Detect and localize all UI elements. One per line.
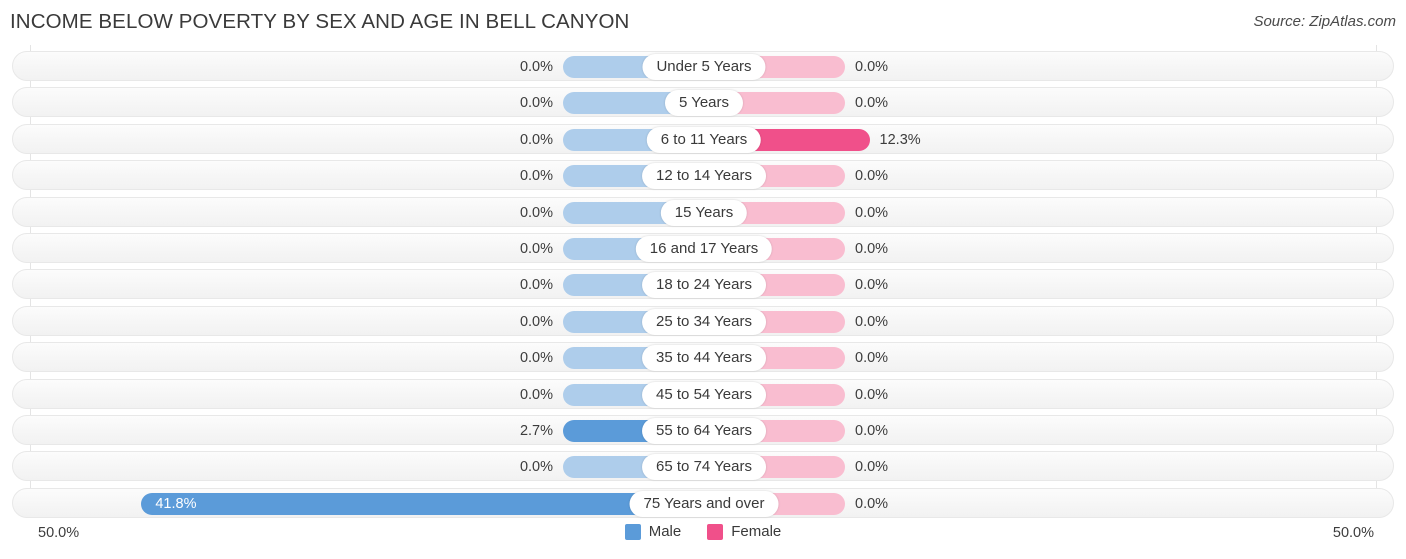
category-label: 12 to 14 Years xyxy=(642,163,766,190)
category-label: 6 to 11 Years xyxy=(646,126,762,153)
chart-footer: 50.0% 50.0% Male Female xyxy=(0,515,1406,559)
category-label: 45 to 54 Years xyxy=(642,381,766,408)
bar-value-male: 0.0% xyxy=(519,350,553,367)
bar-value-female: 0.0% xyxy=(855,204,889,221)
table-row: 0.0% 0.0% 25 to 34 Years xyxy=(12,305,1394,336)
table-row: 0.0% 0.0% 16 and 17 Years xyxy=(12,233,1394,263)
page-title: INCOME BELOW POVERTY BY SEX AND AGE IN B… xyxy=(10,10,630,33)
legend-label: Male xyxy=(648,523,682,540)
source-attribution: Source: ZipAtlas.com xyxy=(1253,13,1396,30)
legend-item[interactable]: Female xyxy=(707,523,781,540)
category-label: Under 5 Years xyxy=(642,54,766,80)
bar-value-female: 0.0% xyxy=(855,241,889,257)
table-row: 41.8% 0.0% 75 Years and over xyxy=(12,487,1394,518)
table-row: 0.0% 0.0% 18 to 24 Years xyxy=(12,269,1394,300)
bar-value-male: 0.0% xyxy=(519,168,553,185)
bar-value-male: 0.0% xyxy=(519,386,553,403)
bar-value-male: 0.0% xyxy=(519,277,553,294)
bar-value-female: 0.0% xyxy=(855,386,889,403)
legend-swatch-icon xyxy=(707,523,724,540)
bar-value-female: 0.0% xyxy=(855,168,889,185)
table-row: 0.0% 0.0% 45 to 54 Years xyxy=(12,378,1394,409)
bar-value-male: 0.0% xyxy=(519,241,553,257)
bar-value-female: 0.0% xyxy=(855,495,889,512)
bar-value-female: 12.3% xyxy=(879,131,921,148)
table-row: 0.0% 12.3% 6 to 11 Years xyxy=(12,123,1394,154)
bar-value-female: 0.0% xyxy=(855,423,889,439)
bar-value-male: 0.0% xyxy=(519,59,553,75)
category-label: 55 to 64 Years xyxy=(642,418,766,444)
chart-header: INCOME BELOW POVERTY BY SEX AND AGE IN B… xyxy=(0,0,1406,45)
bar-value-female: 0.0% xyxy=(855,459,889,476)
bar-value-female: 0.0% xyxy=(855,350,889,367)
category-label: 75 Years and over xyxy=(629,490,779,517)
bar-value-female: 0.0% xyxy=(855,95,889,112)
table-row: 0.0% 0.0% 35 to 44 Years xyxy=(12,342,1394,373)
chart-plot-area: 0.0% 0.0% Under 5 Years 0.0% 0.0% 5 Years 0.0%… xyxy=(0,45,1406,518)
legend-label: Female xyxy=(731,523,782,540)
bar-value-female: 0.0% xyxy=(855,59,889,75)
bar-value-female: 0.0% xyxy=(855,313,889,330)
legend-swatch-icon xyxy=(624,523,641,540)
legend-item[interactable]: Male xyxy=(624,523,682,540)
table-row: 0.0% 0.0% Under 5 Years xyxy=(12,51,1394,81)
bar-value-male: 0.0% xyxy=(519,459,553,476)
category-label: 65 to 74 Years xyxy=(642,454,766,481)
bar-value-male: 2.7% xyxy=(519,423,553,439)
bar-value-male: 0.0% xyxy=(519,204,553,221)
bar-value-male: 0.0% xyxy=(519,313,553,330)
chart-legend: Male Female xyxy=(0,523,1406,540)
category-label: 15 Years xyxy=(660,199,748,226)
bar-value-male: 41.8% xyxy=(155,495,197,512)
category-label: 25 to 34 Years xyxy=(642,308,766,335)
table-row: 0.0% 0.0% 15 Years xyxy=(12,196,1394,227)
category-label: 35 to 44 Years xyxy=(642,345,766,372)
category-label: 5 Years xyxy=(664,90,744,117)
bar-value-male: 0.0% xyxy=(519,131,553,148)
category-label: 16 and 17 Years xyxy=(635,236,773,262)
table-row: 0.0% 0.0% 12 to 14 Years xyxy=(12,160,1394,191)
bar-male xyxy=(141,492,704,515)
table-row: 0.0% 0.0% 5 Years xyxy=(12,87,1394,118)
bar-value-female: 0.0% xyxy=(855,277,889,294)
table-row: 2.7% 0.0% 55 to 64 Years xyxy=(12,415,1394,445)
category-label: 18 to 24 Years xyxy=(642,272,766,299)
table-row: 0.0% 0.0% 65 to 74 Years xyxy=(12,451,1394,482)
bar-value-male: 0.0% xyxy=(519,95,553,112)
